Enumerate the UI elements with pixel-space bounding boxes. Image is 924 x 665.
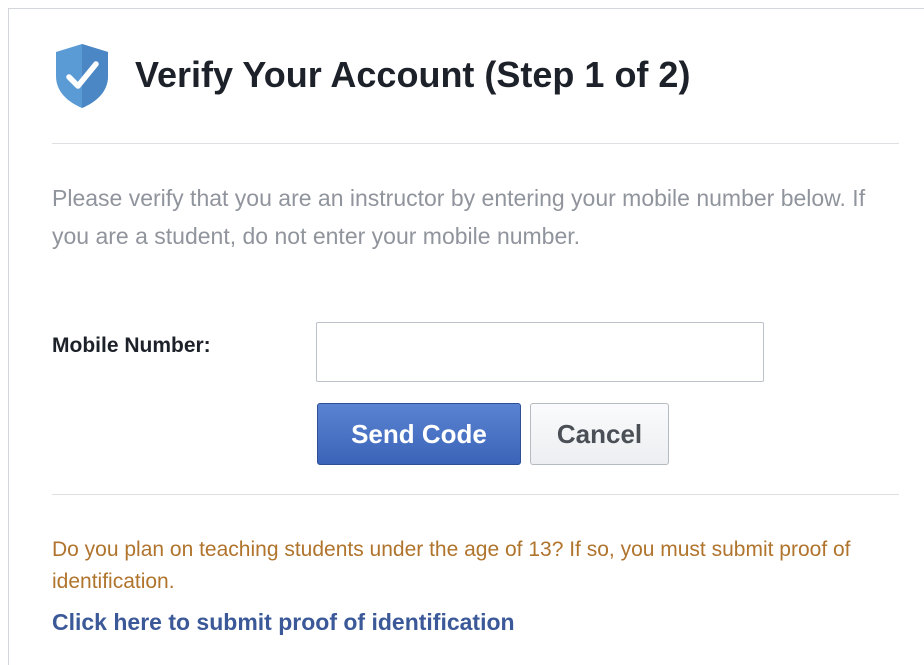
footer-divider xyxy=(52,494,899,495)
mobile-number-label: Mobile Number: xyxy=(52,334,211,357)
header-divider xyxy=(52,143,899,144)
age-warning-text: Do you plan on teaching students under t… xyxy=(52,538,851,593)
submit-proof-link[interactable]: Click here to submit proof of identifica… xyxy=(52,609,515,636)
verify-account-dialog: Verify Your Account (Step 1 of 2) Please… xyxy=(8,8,924,665)
dialog-header: Verify Your Account (Step 1 of 2) xyxy=(52,40,924,120)
send-code-button[interactable]: Send Code xyxy=(317,403,521,465)
dialog-title: Verify Your Account (Step 1 of 2) xyxy=(135,54,691,95)
mobile-number-input[interactable] xyxy=(316,322,764,382)
shield-check-icon xyxy=(56,44,108,108)
cancel-button[interactable]: Cancel xyxy=(530,403,669,465)
intro-text: Please verify that you are an instructor… xyxy=(52,185,866,249)
